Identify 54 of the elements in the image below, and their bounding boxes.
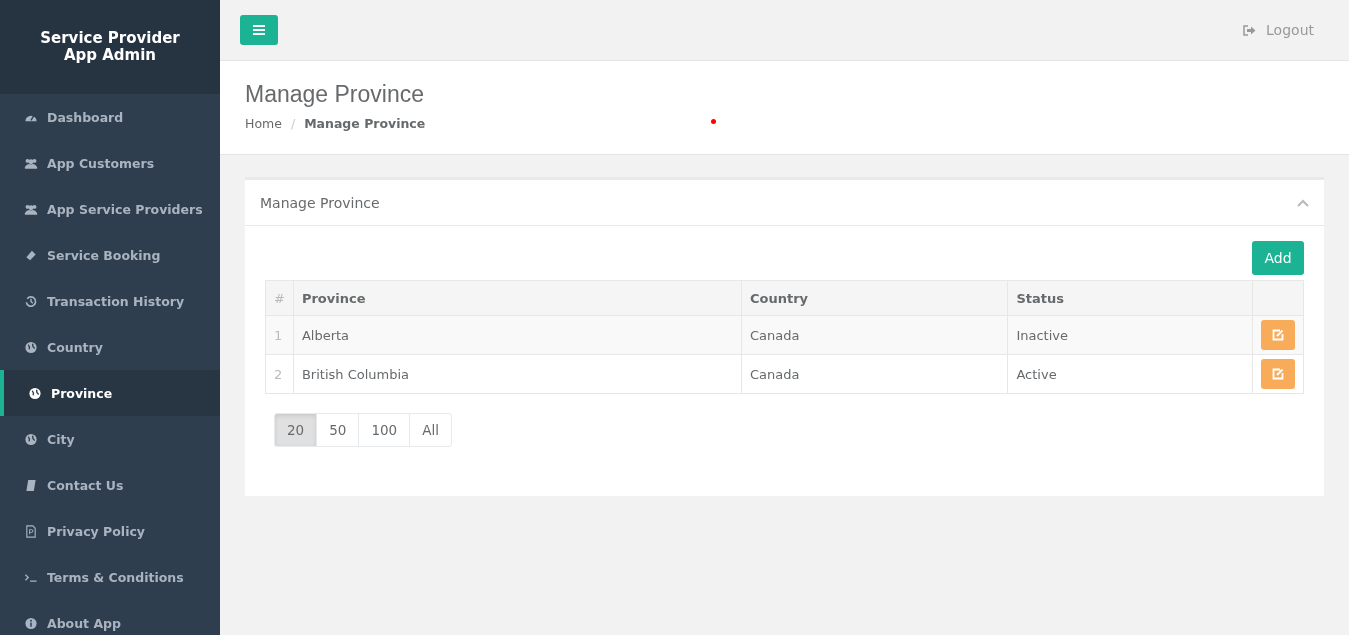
edit-button[interactable] [1260,359,1295,389]
page-size-button[interactable]: 50 [316,413,360,447]
sidebar-item[interactable]: Province [0,370,220,416]
edit-icon [1271,368,1284,380]
collapse-icon[interactable] [1297,198,1309,207]
panel-title: Manage Province [260,194,380,211]
table-cell: British Columbia [293,354,742,394]
sidebar-item[interactable]: Dashboard [0,94,220,140]
table-cell: Canada [741,354,1008,394]
breadcrumb-separator: / [290,116,296,131]
sidebar-item[interactable]: City [0,416,220,462]
book-icon [24,478,38,492]
document-icon [24,524,38,538]
dot-mark [711,119,716,124]
column-header: # [265,280,294,316]
breadcrumb-current: Manage Province [304,116,426,131]
column-header: Country [741,280,1008,316]
menu-icon [253,25,265,35]
app-title: Service Provider App Admin [39,30,181,64]
ticket-icon [24,248,38,262]
table-cell: 1 [265,315,294,355]
table-cell: 2 [265,354,294,394]
menu-button[interactable] [240,15,278,45]
edit-button[interactable] [1260,320,1295,350]
table-cell: Active [1007,354,1253,394]
globe-icon [24,340,38,354]
sidebar-item[interactable]: Privacy Policy [0,508,220,554]
users-icon [24,202,38,216]
add-button[interactable]: Add [1252,241,1304,275]
edit-icon [1271,329,1284,341]
page-size-button[interactable]: All [409,413,452,447]
sidebar-item[interactable]: About App [0,600,220,635]
sidebar-item[interactable]: Service Booking [0,232,220,278]
table-cell: Canada [741,315,1008,355]
page-size-button[interactable]: 100 [358,413,411,447]
sidebar-item[interactable]: App Service Providers [0,186,220,232]
sidebar-item[interactable]: Country [0,324,220,370]
info-icon [24,616,38,630]
globe-icon [24,432,38,446]
table-cell: Alberta [293,315,742,355]
sidebar-item[interactable]: Contact Us [0,462,220,508]
globe-icon [28,386,42,400]
column-header: Province [293,280,742,316]
table-cell: Inactive [1007,315,1253,355]
sidebar-item[interactable]: App Customers [0,140,220,186]
history-icon [24,294,38,308]
sidebar-item[interactable]: Terms & Conditions [0,554,220,600]
sidebar-item[interactable]: Transaction History [0,278,220,324]
logout-icon [1243,24,1257,36]
page-size-button[interactable]: 20 [274,413,318,447]
users-icon [24,156,38,170]
column-header: Status [1007,280,1253,316]
breadcrumb-link[interactable]: Home [245,116,282,131]
page-title: Manage Province [245,80,425,108]
